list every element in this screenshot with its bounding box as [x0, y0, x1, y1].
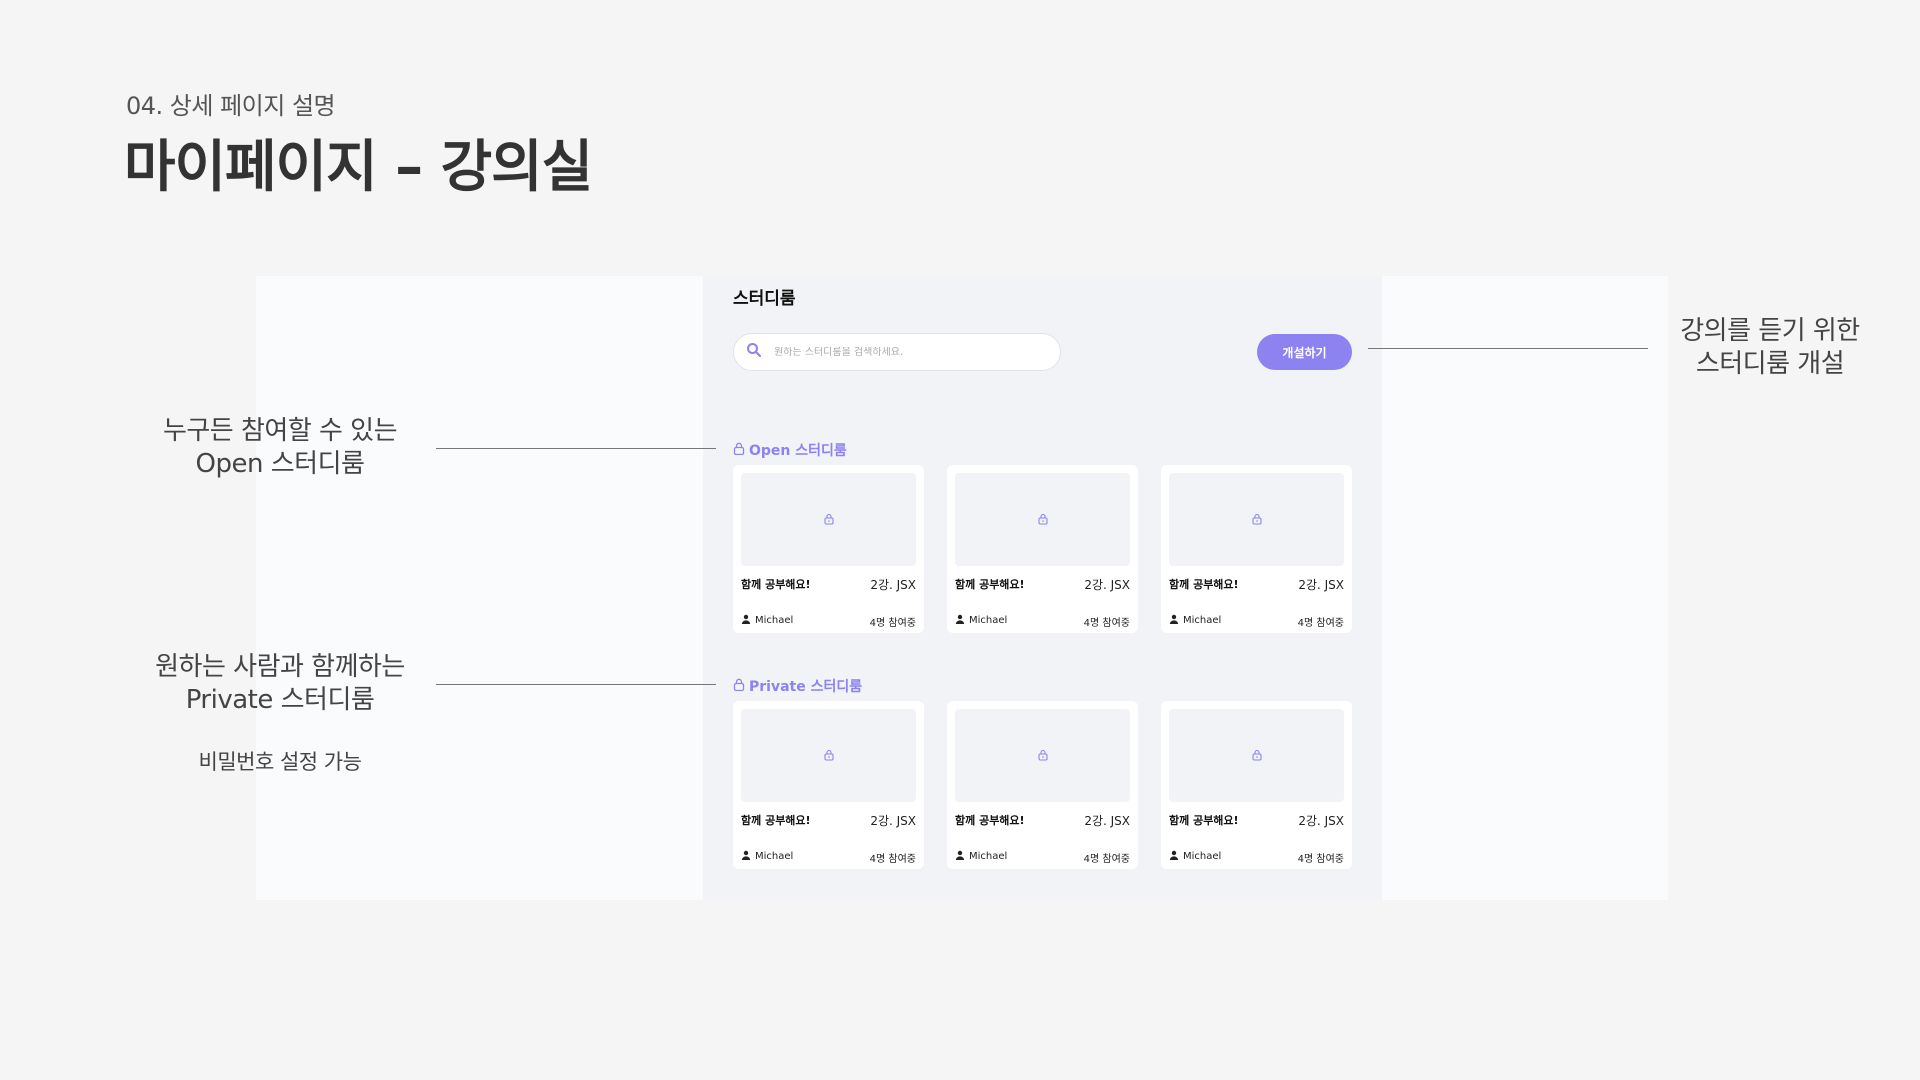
card-participants: 4명 참여중	[869, 618, 916, 629]
lock-icon	[1037, 746, 1048, 765]
user-icon	[955, 850, 965, 863]
section-label-text: Private 스터디룸	[749, 679, 863, 695]
card-participants: 4명 참여중	[1083, 618, 1130, 629]
connector-line-open	[436, 448, 716, 449]
card-title: 함께 공부해요!	[1169, 578, 1239, 591]
card-lesson: 2강. JSX	[870, 578, 916, 592]
user-icon	[741, 850, 751, 863]
annotation-private-line2: Private 스터디룸	[185, 685, 375, 715]
studyroom-card[interactable]: 함께 공부해요! 2강. JSX Michael 4명 참여중	[1161, 701, 1352, 869]
open-card-list: 함께 공부해요! 2강. JSX Michael 4명 참여중 함께 공부해요!…	[733, 465, 1352, 633]
create-studyroom-button[interactable]: 개설하기	[1257, 334, 1352, 370]
section-label-open: Open 스터디룸	[733, 440, 847, 460]
card-title: 함께 공부해요!	[1169, 814, 1239, 827]
card-thumbnail	[741, 473, 916, 566]
card-lesson: 2강. JSX	[1298, 814, 1344, 828]
card-participants: 4명 참여중	[1297, 618, 1344, 629]
annotation-open-line2: Open 스터디룸	[195, 449, 365, 479]
card-author-name: Michael	[969, 615, 1008, 626]
card-author: Michael	[1169, 850, 1221, 863]
app-title: 스터디룸	[733, 289, 796, 309]
card-participants: 4명 참여중	[869, 854, 916, 865]
annotation-create-line2: 스터디룸 개설	[1695, 349, 1845, 379]
card-lesson: 2강. JSX	[1298, 578, 1344, 592]
user-icon	[741, 614, 751, 627]
card-author-name: Michael	[1183, 615, 1222, 626]
studyroom-app: 스터디룸 개설하기 Open 스터디룸 함께 공부해요! 2강. JSX Mic…	[703, 276, 1382, 900]
card-author-name: Michael	[1183, 851, 1222, 862]
card-lesson: 2강. JSX	[1084, 814, 1130, 828]
search-bar[interactable]	[733, 333, 1061, 371]
annotation-create-line1: 강의를 듣기 위한	[1680, 316, 1860, 346]
private-card-list: 함께 공부해요! 2강. JSX Michael 4명 참여중 함께 공부해요!…	[733, 701, 1352, 869]
card-author-name: Michael	[755, 851, 794, 862]
connector-line-create	[1368, 348, 1648, 349]
lock-icon	[1037, 510, 1048, 529]
card-author: Michael	[741, 850, 793, 863]
section-label-text: Open 스터디룸	[749, 443, 847, 459]
card-participants: 4명 참여중	[1083, 854, 1130, 865]
card-participants: 4명 참여중	[1297, 854, 1344, 865]
studyroom-card[interactable]: 함께 공부해요! 2강. JSX Michael 4명 참여중	[947, 465, 1138, 633]
card-author: Michael	[741, 614, 793, 627]
card-author: Michael	[1169, 614, 1221, 627]
card-thumbnail	[1169, 709, 1344, 802]
card-title: 함께 공부해요!	[741, 814, 811, 827]
card-title: 함께 공부해요!	[741, 578, 811, 591]
card-thumbnail	[741, 709, 916, 802]
annotation-private-note: 비밀번호 설정 가능	[198, 750, 362, 774]
annotation-open: 누구든 참여할 수 있는 Open 스터디룸	[130, 415, 430, 481]
left-backdrop-panel	[256, 276, 703, 900]
card-thumbnail	[955, 473, 1130, 566]
card-author-name: Michael	[969, 851, 1008, 862]
user-icon	[1169, 850, 1179, 863]
studyroom-card[interactable]: 함께 공부해요! 2강. JSX Michael 4명 참여중	[733, 465, 924, 633]
card-lesson: 2강. JSX	[1084, 578, 1130, 592]
lock-icon	[823, 746, 834, 765]
page-title: 마이페이지 – 강의실	[124, 135, 593, 200]
lock-icon	[733, 442, 745, 459]
lock-icon	[1251, 510, 1262, 529]
user-icon	[955, 614, 965, 627]
studyroom-card[interactable]: 함께 공부해요! 2강. JSX Michael 4명 참여중	[733, 701, 924, 869]
user-icon	[1169, 614, 1179, 627]
card-thumbnail	[955, 709, 1130, 802]
search-input[interactable]	[774, 346, 1034, 358]
page-subtitle: 04. 상세 페이지 설명	[126, 92, 336, 120]
annotation-private: 원하는 사람과 함께하는 Private 스터디룸	[130, 651, 430, 717]
lock-icon	[733, 678, 745, 695]
lock-icon	[1251, 746, 1262, 765]
section-label-private: Private 스터디룸	[733, 676, 862, 696]
annotation-private-line1: 원하는 사람과 함께하는	[155, 652, 405, 682]
card-title: 함께 공부해요!	[955, 578, 1025, 591]
lock-icon	[823, 510, 834, 529]
studyroom-card[interactable]: 함께 공부해요! 2강. JSX Michael 4명 참여중	[947, 701, 1138, 869]
card-lesson: 2강. JSX	[870, 814, 916, 828]
card-title: 함께 공부해요!	[955, 814, 1025, 827]
card-author-name: Michael	[755, 615, 794, 626]
card-thumbnail	[1169, 473, 1344, 566]
studyroom-card[interactable]: 함께 공부해요! 2강. JSX Michael 4명 참여중	[1161, 465, 1352, 633]
card-author: Michael	[955, 850, 1007, 863]
search-icon	[746, 342, 762, 362]
annotation-open-line1: 누구든 참여할 수 있는	[162, 416, 398, 446]
annotation-create: 강의를 듣기 위한 스터디룸 개설	[1620, 315, 1920, 381]
card-author: Michael	[955, 614, 1007, 627]
connector-line-private	[436, 684, 716, 685]
